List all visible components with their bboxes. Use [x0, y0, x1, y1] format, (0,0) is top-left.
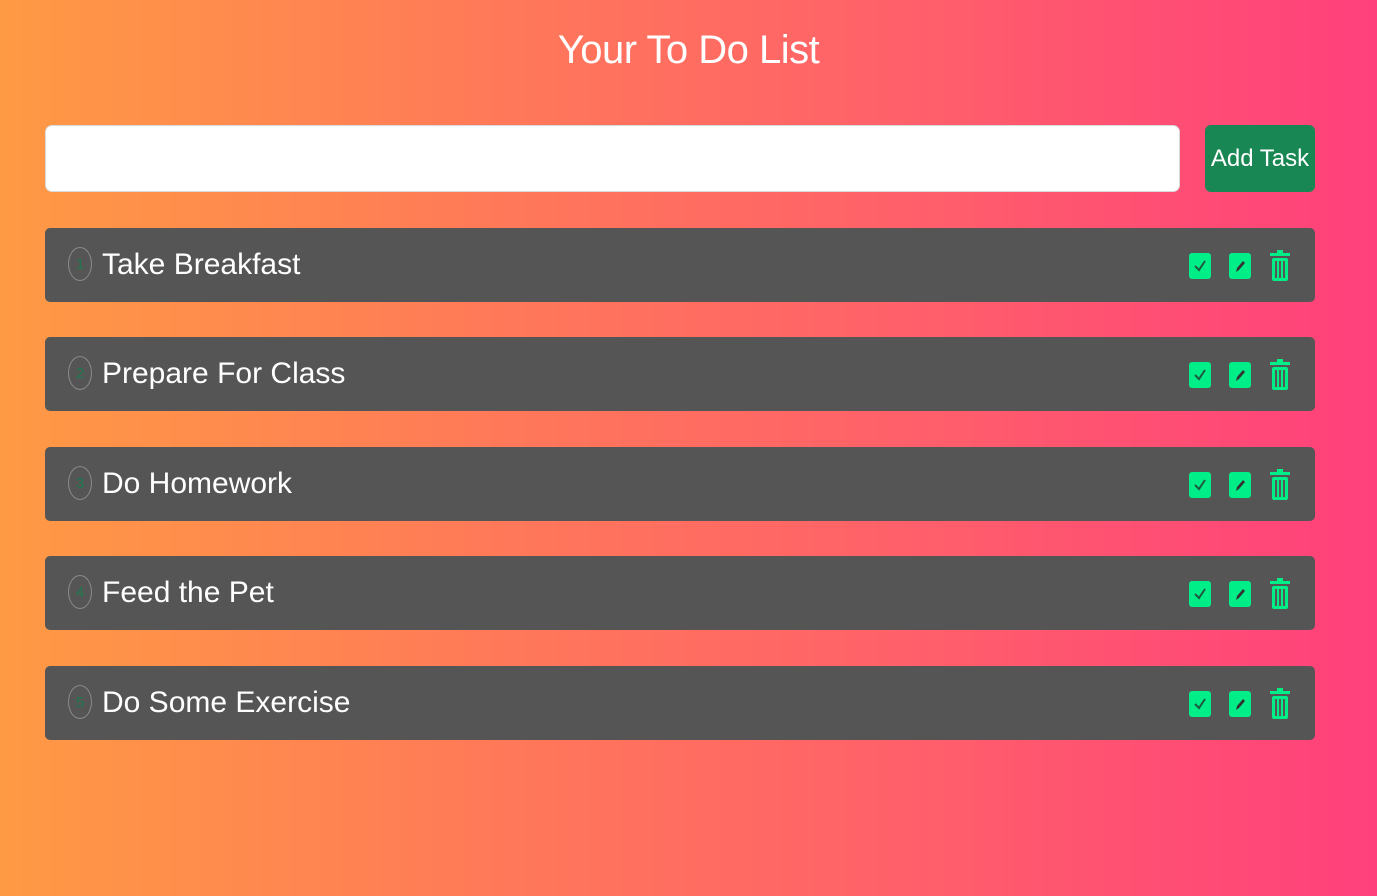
task-label: Take Breakfast	[102, 248, 301, 281]
task-number: 3	[68, 466, 92, 500]
task-number: 5	[68, 685, 92, 719]
task-label: Do Some Exercise	[102, 686, 351, 719]
trash-icon[interactable]	[1269, 358, 1291, 390]
task-row: 3 Do Homework	[45, 447, 1315, 521]
task-number: 2	[68, 356, 92, 390]
trash-icon[interactable]	[1269, 468, 1291, 500]
edit-icon[interactable]	[1229, 687, 1251, 719]
trash-icon[interactable]	[1269, 577, 1291, 609]
task-label: Prepare For Class	[102, 357, 346, 390]
edit-icon[interactable]	[1229, 358, 1251, 390]
task-row: 4 Feed the Pet	[45, 556, 1315, 630]
trash-icon[interactable]	[1269, 687, 1291, 719]
check-icon[interactable]	[1189, 577, 1211, 609]
task-row: 5 Do Some Exercise	[45, 666, 1315, 740]
check-icon[interactable]	[1189, 687, 1211, 719]
check-icon[interactable]	[1189, 468, 1211, 500]
task-label: Do Homework	[102, 467, 293, 500]
edit-icon[interactable]	[1229, 468, 1251, 500]
check-icon[interactable]	[1189, 358, 1211, 390]
task-number: 4	[68, 575, 92, 609]
add-task-button[interactable]: Add Task	[1205, 125, 1315, 192]
task-row: 2 Prepare For Class	[45, 337, 1315, 411]
task-row: 1 Take Breakfast	[45, 228, 1315, 302]
trash-icon[interactable]	[1269, 249, 1291, 281]
task-label: Feed the Pet	[102, 576, 274, 609]
task-number: 1	[68, 247, 92, 281]
edit-icon[interactable]	[1229, 577, 1251, 609]
check-icon[interactable]	[1189, 249, 1211, 281]
new-task-input[interactable]	[45, 125, 1180, 192]
edit-icon[interactable]	[1229, 249, 1251, 281]
page-title: Your To Do List	[557, 28, 820, 72]
